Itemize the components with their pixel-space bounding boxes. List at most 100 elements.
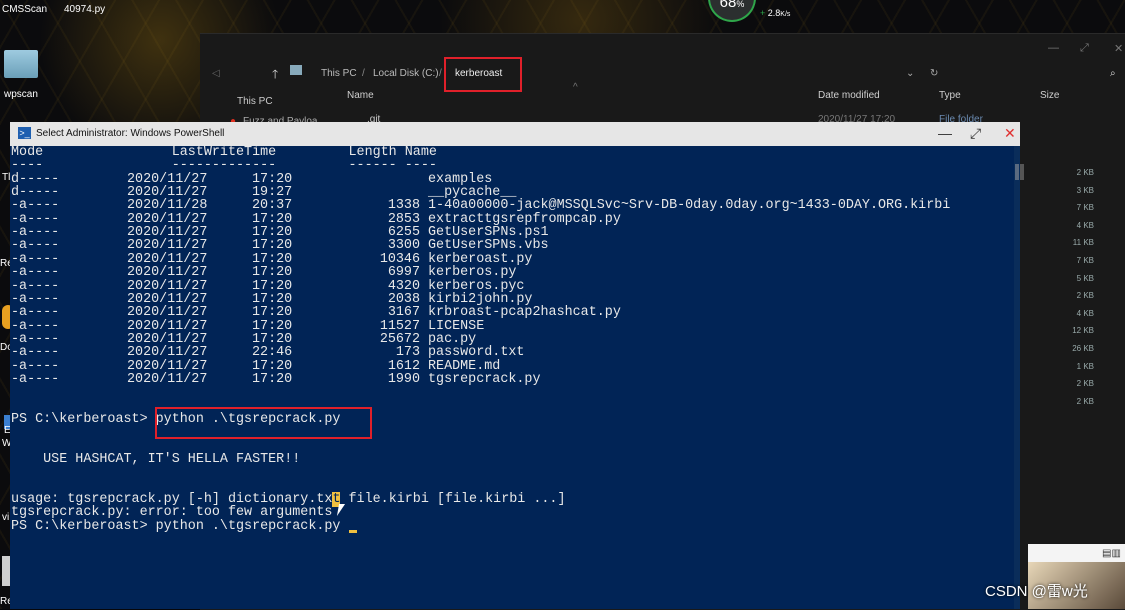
cell-time: 17:20 — [252, 211, 293, 227]
cell-date: 2020/11/27 — [127, 291, 208, 307]
cell-time: 17:20 — [252, 225, 293, 241]
size-cell: 2 KB — [1076, 396, 1094, 406]
powershell-titlebar[interactable]: >_ Select Administrator: Windows PowerSh… — [10, 122, 1020, 146]
cell-length: 173 — [395, 345, 420, 361]
cell-name: kerberos.pyc — [428, 278, 525, 294]
back-icon[interactable]: ◁ — [212, 68, 220, 79]
cell-name: __pycache__ — [428, 185, 517, 201]
cell-name: password.txt — [428, 345, 525, 361]
cell-time: 17:20 — [252, 318, 293, 334]
cell-date: 2020/11/27 — [127, 185, 208, 201]
desktop-item-cmsscan[interactable]: CMSScan — [2, 4, 47, 15]
hashcat-message: USE HASHCAT, IT'S HELLA FASTER!! — [11, 452, 301, 467]
cell-mode: d----- — [11, 185, 60, 201]
cell-length: 25672 — [379, 331, 420, 347]
cell-date: 2020/11/27 — [127, 238, 208, 254]
cell-mode: -a---- — [11, 345, 60, 361]
cell-date: 2020/11/27 — [127, 278, 208, 294]
cell-length: 10346 — [379, 251, 420, 267]
cell-mode: -a---- — [11, 305, 60, 321]
speed-unit: K/s — [780, 11, 791, 18]
cell-length: 2038 — [387, 291, 420, 307]
cell-name: LICENSE — [428, 318, 485, 334]
column-name[interactable]: Name — [347, 90, 374, 101]
cell-length: 6255 — [387, 225, 420, 241]
folder-icon[interactable] — [4, 50, 38, 78]
cell-mode: -a---- — [11, 278, 60, 294]
desktop-item-partial-6[interactable]: vi — [2, 512, 9, 523]
cell-name: 1-40a00000-jack@MSSQLSvc~Srv-DB-0day.0da… — [428, 198, 951, 214]
scrollbar-thumb[interactable] — [1015, 164, 1019, 180]
breadcrumb-local-disk[interactable]: Local Disk (C:) — [373, 68, 439, 79]
system-monitor-widget: 68% + 2.8K/s — [708, 0, 808, 22]
column-type[interactable]: Type — [939, 90, 961, 101]
cell-name: krbroast-pcap2hashcat.py — [428, 305, 621, 321]
highlight-command — [155, 407, 372, 439]
cell-time: 17:20 — [252, 171, 293, 187]
size-cell: 7 KB — [1076, 203, 1094, 213]
cell-name: README.md — [428, 358, 501, 374]
cell-mode: -a---- — [11, 251, 60, 267]
cell-mode: -a---- — [11, 318, 60, 334]
last-prompt-line[interactable]: PS C:\kerberoast> python .\tgsrepcrack.p… — [11, 518, 357, 534]
cell-length: 6997 — [387, 265, 420, 281]
breadcrumb-this-pc[interactable]: This PC — [321, 68, 357, 79]
listing-underline: ---- ------------- ------ ---- — [11, 158, 437, 174]
powershell-icon: >_ — [18, 127, 31, 139]
breadcrumb-separator: / — [362, 68, 365, 79]
window-title: Select Administrator: Windows PowerShell — [36, 128, 225, 139]
console-output[interactable]: Mode LastWriteTime Length Name ---- ----… — [10, 146, 1014, 609]
view-toggle-icon[interactable]: ▤▥ — [1102, 548, 1121, 559]
cell-date: 2020/11/28 — [127, 198, 208, 214]
cell-date: 2020/11/27 — [127, 345, 208, 361]
chevron-down-icon[interactable]: ⌄ — [906, 68, 914, 79]
size-cell: 2 KB — [1076, 379, 1094, 389]
close-icon[interactable]: ✕ — [1114, 42, 1123, 55]
minimize-icon[interactable]: — — [938, 125, 952, 141]
cell-mode: -a---- — [11, 291, 60, 307]
column-date[interactable]: Date modified — [818, 90, 880, 101]
cell-name: tgsrepcrack.py — [428, 371, 541, 387]
cell-date: 2020/11/27 — [127, 265, 208, 281]
desktop-item-wpscan[interactable]: wpscan — [4, 89, 38, 100]
size-cell: 2 KB — [1076, 168, 1094, 177]
cell-mode: -a---- — [11, 358, 60, 374]
cell-time: 17:20 — [252, 331, 293, 347]
close-icon[interactable]: ✕ — [1004, 125, 1016, 142]
cell-date: 2020/11/27 — [127, 318, 208, 334]
desktop-item-exploit[interactable]: 40974.py — [64, 4, 105, 15]
cell-mode: -a---- — [11, 198, 60, 214]
console-scrollbar[interactable] — [1014, 146, 1020, 609]
size-cell: 26 KB — [1072, 344, 1094, 353]
sort-chevron-icon: ^ — [573, 82, 578, 93]
column-size[interactable]: Size — [1040, 90, 1059, 101]
maximize-icon[interactable]: ⤢ — [970, 125, 981, 142]
minimize-icon[interactable]: — — [1048, 42, 1059, 54]
size-cell: 12 KB — [1072, 326, 1094, 336]
cell-length: 11527 — [379, 318, 420, 334]
search-icon[interactable]: ⌕ — [1110, 68, 1116, 79]
size-cell: 11 KB — [1072, 238, 1094, 248]
text-cursor — [348, 529, 357, 533]
up-icon[interactable]: 🡑 — [272, 65, 278, 86]
prompt: PS C:\kerberoast> — [11, 412, 148, 427]
size-cell: 4 KB — [1076, 308, 1094, 318]
cell-name: GetUserSPNs.ps1 — [428, 225, 549, 241]
cell-time: 17:20 — [252, 238, 293, 254]
cell-mode: -a---- — [11, 265, 60, 281]
cell-date: 2020/11/27 — [127, 371, 208, 387]
size-cell: 3 KB — [1076, 185, 1094, 195]
refresh-icon[interactable]: ↻ — [930, 68, 938, 79]
cell-time: 17:20 — [252, 251, 293, 267]
cell-time: 17:20 — [252, 278, 293, 294]
last-prompt: PS C:\kerberoast> python .\tgsrepcrack.p… — [11, 518, 349, 534]
watermark: CSDN @雷w光 — [985, 583, 1088, 600]
nav-this-pc[interactable]: This PC — [237, 96, 273, 107]
cell-time: 19:27 — [252, 185, 293, 201]
cell-time: 17:20 — [252, 305, 293, 321]
cell-mode: -a---- — [11, 238, 60, 254]
highlight-breadcrumb — [444, 57, 522, 92]
maximize-icon[interactable]: ⤢ — [1080, 42, 1089, 55]
size-cell: 5 KB — [1076, 273, 1094, 283]
size-cell: 4 KB — [1076, 220, 1094, 230]
